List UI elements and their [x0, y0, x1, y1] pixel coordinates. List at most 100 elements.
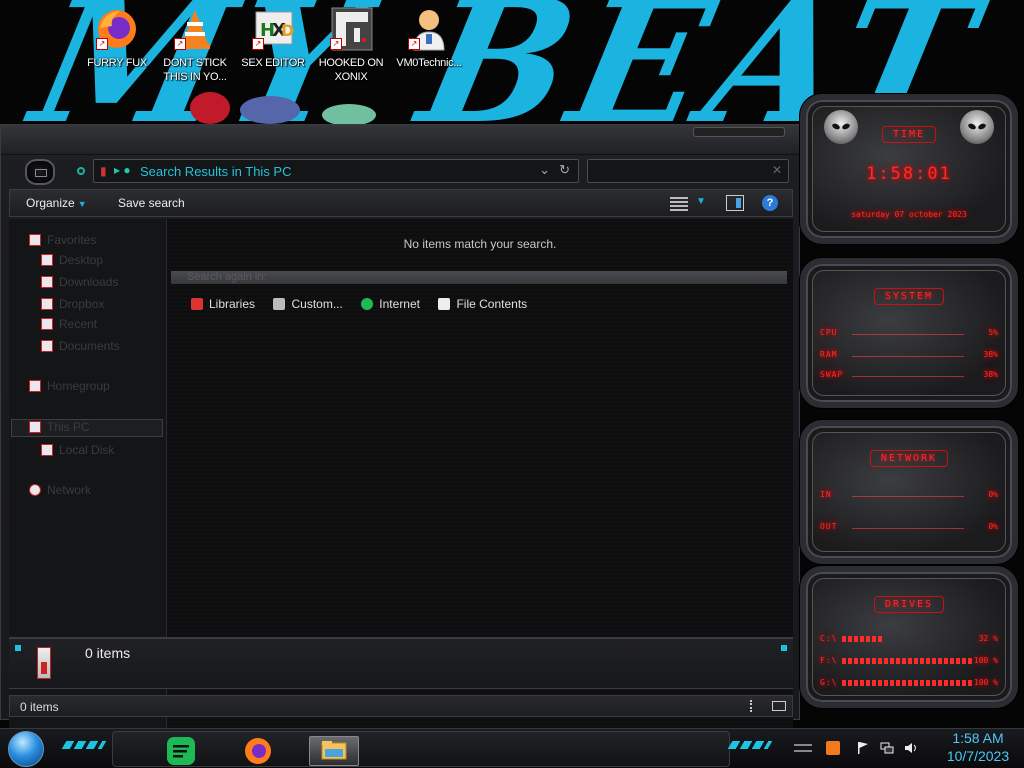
- navpane-item-network[interactable]: Network: [29, 483, 91, 501]
- taskbar-ornament: [61, 741, 107, 749]
- search-input[interactable]: [588, 160, 768, 180]
- firefox-icon: [245, 738, 271, 764]
- details-ornament: [15, 645, 21, 651]
- local-disk-icon: [41, 444, 53, 456]
- doctor-avatar-icon: ↗: [406, 6, 452, 52]
- desktop-icon: [41, 254, 53, 266]
- dropbox-icon: [41, 298, 53, 310]
- flag-icon[interactable]: [856, 741, 870, 755]
- custom-folder-icon: [273, 298, 286, 310]
- title-ornament: [693, 127, 785, 137]
- documents-icon: [41, 340, 53, 352]
- navpane-item-downloads[interactable]: Downloads: [41, 275, 118, 293]
- save-search-button[interactable]: Save search: [118, 196, 185, 210]
- system-gadget-title: SYSTEM: [873, 288, 945, 305]
- homegroup-icon: [29, 380, 41, 392]
- gadget-date: saturday 07 october 2023: [851, 210, 967, 219]
- system-gadget[interactable]: SYSTEM CPU 5% RAM 38% SWAP 38%: [800, 258, 1018, 408]
- drive-usage-bar: [842, 680, 972, 686]
- search-again-internet[interactable]: Internet: [361, 297, 420, 311]
- address-path[interactable]: Search Results in This PC: [140, 164, 292, 179]
- recent-locations-icon[interactable]: [77, 167, 85, 175]
- this-pc-icon: [29, 421, 41, 433]
- taskbar-app-spotify[interactable]: [157, 736, 207, 766]
- status-bar: 0 items: [9, 695, 793, 717]
- change-view-icon[interactable]: [670, 195, 688, 211]
- window-title-bar[interactable]: [1, 125, 801, 155]
- explorer-window[interactable]: ▮ ▸ ● Search Results in This PC ⌄ ↻ ✕ Or…: [0, 124, 801, 733]
- taskbar-clock[interactable]: 1:58 AM 10/7/2023: [938, 729, 1018, 765]
- desktop-icon-hxd[interactable]: HXD ↗ SEX EDITOR: [234, 6, 312, 70]
- search-again-options: Libraries Custom... Internet File Conten…: [191, 295, 541, 313]
- address-dropdown-icon[interactable]: ⌄: [539, 162, 550, 178]
- large-icons-view-icon[interactable]: [772, 701, 786, 711]
- firefox-icon: ↗: [94, 6, 140, 52]
- network-row-out: OUT 0%: [820, 522, 998, 531]
- details-view-icon[interactable]: [750, 700, 760, 712]
- navpane-item-homegroup[interactable]: Homegroup: [29, 379, 110, 397]
- search-again-libraries[interactable]: Libraries: [191, 297, 255, 311]
- navpane-item-this-pc[interactable]: This PC: [29, 420, 90, 438]
- taskbar-ornament: [727, 741, 773, 749]
- spotify-icon: [167, 737, 195, 765]
- empty-message: No items match your search.: [403, 237, 557, 251]
- network-icon[interactable]: [880, 741, 894, 755]
- drive-row-f: F:\ 100 %: [820, 656, 998, 665]
- navpane-item-desktop[interactable]: Desktop: [41, 253, 103, 271]
- navpane-item-local-disk[interactable]: Local Disk: [41, 443, 114, 461]
- start-button[interactable]: [8, 731, 44, 767]
- desktop-icon-xonix[interactable]: ↗ HOOKED ON XONIX: [312, 6, 390, 84]
- chevron-down-icon: ▼: [77, 199, 87, 209]
- desktop-icon-vlc[interactable]: ↗ DONT STICK THIS IN YO...: [156, 6, 234, 84]
- volume-icon[interactable]: [904, 741, 918, 755]
- navpane-item-favorites[interactable]: Favorites: [29, 233, 96, 251]
- search-again-custom[interactable]: Custom...: [273, 297, 343, 311]
- navpane-item-recent[interactable]: Recent: [41, 317, 97, 335]
- wallpaper-shape: [240, 96, 300, 124]
- computer-icon: ▮: [100, 164, 107, 178]
- recent-icon: [41, 318, 53, 330]
- address-bar[interactable]: ▮ ▸ ● Search Results in This PC ⌄ ↻: [93, 159, 579, 183]
- search-again-file-contents[interactable]: File Contents: [438, 297, 527, 311]
- internet-icon: [361, 298, 374, 310]
- clear-search-icon[interactable]: ✕: [772, 163, 782, 177]
- hxd-editor-icon: HXD ↗: [250, 6, 296, 52]
- command-bar: Organize ▼ Save search ▼ ?: [9, 189, 793, 217]
- system-row-ram: RAM 38%: [820, 350, 998, 359]
- refresh-icon[interactable]: ↻: [559, 162, 570, 178]
- clock-date: 10/7/2023: [946, 748, 1010, 764]
- network-gadget[interactable]: NETWORK IN 0% OUT 0%: [800, 420, 1018, 564]
- svg-text:D: D: [281, 21, 294, 40]
- clock-time: 1:58 AM: [952, 730, 1004, 746]
- navpane-item-documents[interactable]: Documents: [41, 339, 120, 357]
- gadget-clock: 1:58:01: [866, 164, 952, 184]
- desktop-icon-vm0[interactable]: ↗ VM0Technic...: [390, 6, 468, 70]
- action-center-icon[interactable]: [794, 744, 812, 752]
- time-gadget[interactable]: TIME 1:58:01 saturday 07 october 2023: [800, 94, 1018, 244]
- back-forward-icon[interactable]: [25, 159, 55, 185]
- desktop-icon-firefox[interactable]: ↗ FURRY FUX: [78, 6, 156, 70]
- app-tray-icon[interactable]: [826, 741, 840, 755]
- drive-usage-bar: [842, 636, 884, 642]
- breadcrumb-chevron-icon[interactable]: ▸ ●: [114, 163, 131, 177]
- network-gadget-title: NETWORK: [869, 450, 949, 467]
- xonix-game-icon: ↗: [328, 6, 374, 52]
- file-explorer-icon: [321, 741, 347, 760]
- preview-pane-icon[interactable]: [726, 195, 744, 211]
- organize-button[interactable]: Organize ▼: [26, 196, 87, 210]
- time-gadget-title: TIME: [881, 126, 937, 143]
- drive-row-c: C:\ 32 %: [820, 634, 998, 643]
- taskbar-app-firefox[interactable]: [233, 736, 283, 766]
- network-row-in: IN 0%: [820, 490, 998, 499]
- search-box[interactable]: ✕: [587, 159, 789, 183]
- navpane-item-dropbox[interactable]: Dropbox: [41, 297, 104, 315]
- drives-gadget[interactable]: DRIVES C:\ 32 % F:\ 100 % G:\ 100 %: [800, 566, 1018, 708]
- taskbar-app-area: [112, 731, 730, 767]
- downloads-icon: [41, 276, 53, 288]
- help-icon[interactable]: ?: [762, 195, 778, 211]
- libraries-icon: [191, 298, 203, 310]
- system-row-swap: SWAP 38%: [820, 370, 998, 379]
- status-item-count: 0 items: [20, 700, 59, 714]
- view-options-dropdown-icon[interactable]: ▼: [696, 196, 706, 207]
- taskbar-app-file-explorer[interactable]: [309, 736, 359, 766]
